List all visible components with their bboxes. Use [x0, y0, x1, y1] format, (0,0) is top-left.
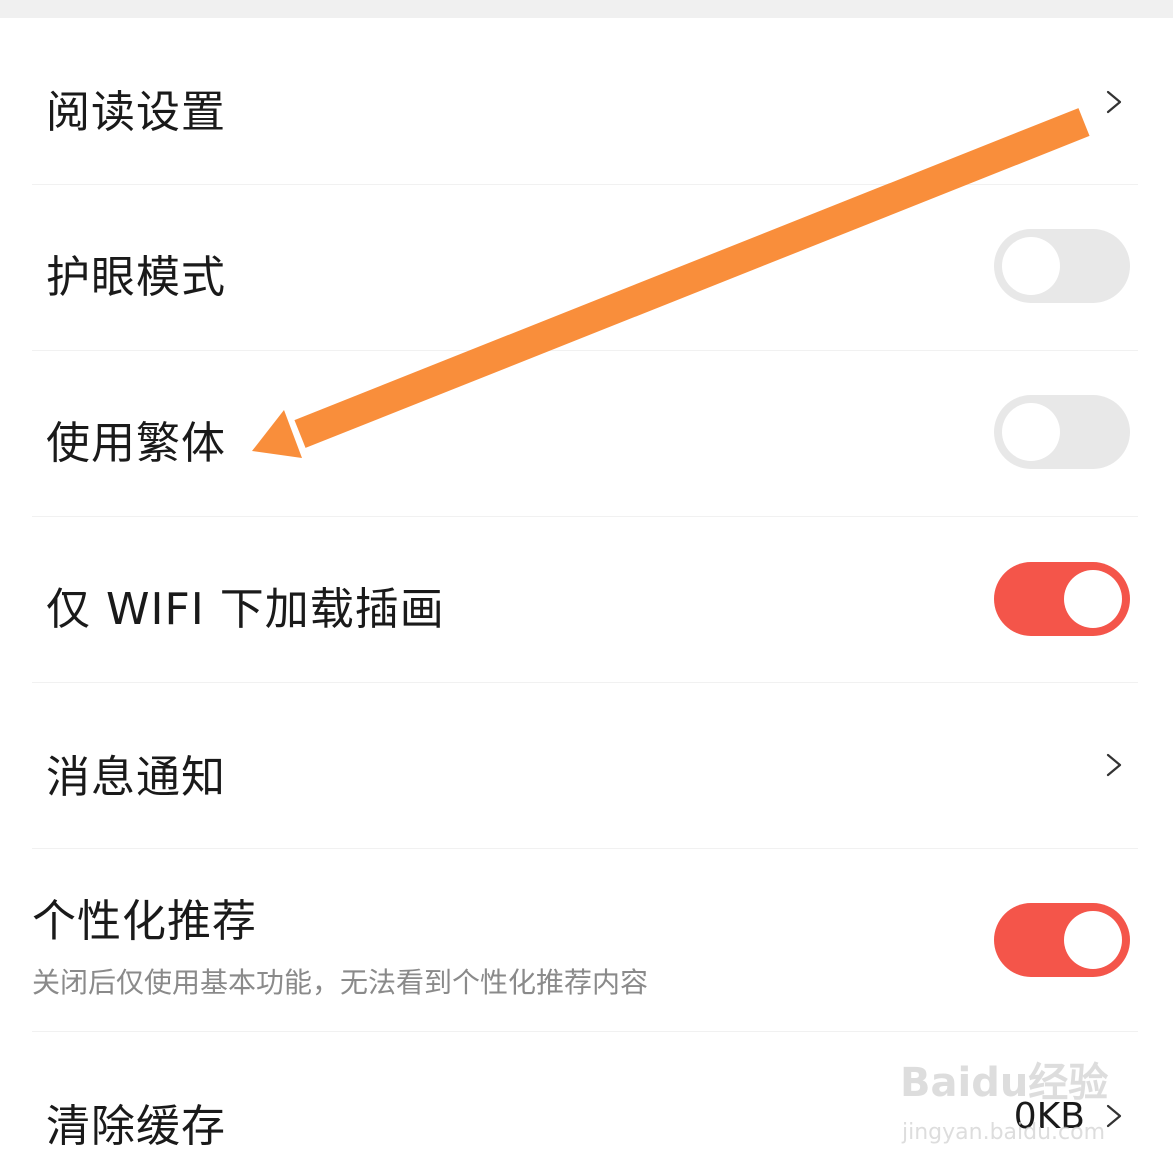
toggle-knob [1064, 570, 1122, 628]
notifications-label: 消息通知 [46, 752, 226, 803]
personalized-toggle[interactable] [994, 903, 1130, 977]
chevron-right-icon[interactable] [1102, 753, 1126, 777]
chevron-right-icon[interactable] [1102, 1104, 1126, 1128]
toggle-knob [1064, 911, 1122, 969]
toggle-knob [1002, 237, 1060, 295]
chevron-right-icon[interactable] [1102, 90, 1126, 114]
traditional-chinese-toggle[interactable] [994, 395, 1130, 469]
reading-settings-label: 阅读设置 [46, 87, 226, 138]
eye-care-label: 护眼模式 [46, 252, 226, 303]
setting-row-reading[interactable]: 阅读设置 [0, 18, 1173, 184]
traditional-chinese-label: 使用繁体 [46, 418, 226, 469]
wifi-images-label: 仅 WIFI 下加载插画 [46, 584, 445, 635]
setting-row-personalized: 个性化推荐 关闭后仅使用基本功能，无法看到个性化推荐内容 [0, 849, 1173, 1031]
setting-row-clear-cache[interactable]: 清除缓存 0KB [0, 1032, 1173, 1173]
eye-care-toggle[interactable] [994, 229, 1130, 303]
wifi-images-toggle[interactable] [994, 562, 1130, 636]
setting-row-traditional-chinese: 使用繁体 [0, 351, 1173, 516]
toggle-knob [1002, 403, 1060, 461]
personalized-label: 个性化推荐 [32, 896, 257, 947]
top-bar [0, 0, 1173, 18]
setting-row-eye-care: 护眼模式 [0, 185, 1173, 350]
setting-row-wifi-images: 仅 WIFI 下加载插画 [0, 517, 1173, 682]
cache-size-value: 0KB [1013, 1096, 1085, 1137]
setting-row-notifications[interactable]: 消息通知 [0, 683, 1173, 848]
clear-cache-label: 清除缓存 [46, 1101, 226, 1152]
personalized-description: 关闭后仅使用基本功能，无法看到个性化推荐内容 [32, 966, 649, 999]
